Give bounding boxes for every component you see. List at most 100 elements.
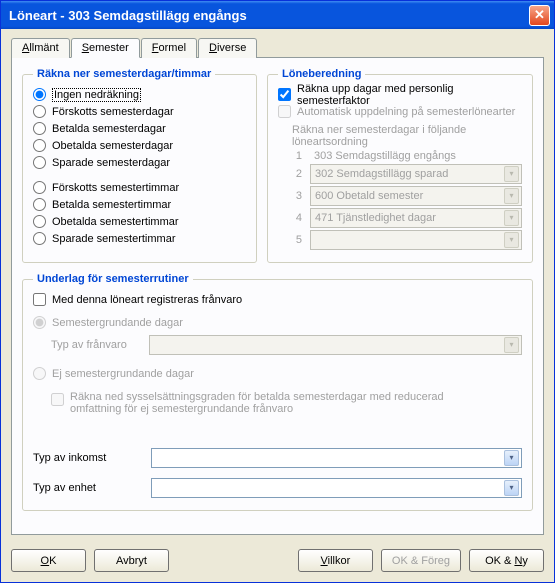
combo-typ-inkomst[interactable]: ▾ <box>151 448 522 468</box>
group-rakna-ner: Räkna ner semesterdagar/timmar Ingen ned… <box>22 68 257 263</box>
chevron-down-icon[interactable]: ▾ <box>504 188 519 204</box>
tab-diverse[interactable]: Diverse <box>198 38 257 58</box>
radio-input <box>33 367 46 380</box>
tab-label: emester <box>89 42 129 54</box>
radio-label: Betalda semestertimmar <box>52 199 171 211</box>
checkbox-input <box>278 105 291 118</box>
chevron-down-icon: ▾ <box>504 337 519 353</box>
field-label: Typ av frånvaro <box>51 339 141 351</box>
order-num: 3 <box>292 190 302 202</box>
chevron-down-icon[interactable]: ▾ <box>504 166 519 182</box>
tab-body: Räkna ner semesterdagar/timmar Ingen ned… <box>11 58 544 535</box>
radio-forskott-timmar[interactable]: Förskotts semestertimmar <box>33 179 246 196</box>
group-legend: Löneberedning <box>278 68 365 80</box>
tab-label: ormel <box>159 42 187 54</box>
order-row-1: 1 303 Semdagstillägg engångs <box>278 150 522 162</box>
check-rakna-upp[interactable]: Räkna upp dagar med personlig semesterfa… <box>278 86 522 103</box>
cancel-button[interactable]: Avbryt <box>94 549 169 572</box>
radio-ej-semgrund: Ej semestergrundande dagar <box>33 365 522 382</box>
ok-ny-button[interactable]: OK & Ny <box>469 549 544 572</box>
ok-foreg-button: OK & Föreg <box>381 549 461 572</box>
group-legend: Räkna ner semesterdagar/timmar <box>33 68 215 80</box>
field-label: Typ av enhet <box>33 482 143 494</box>
radio-betalda-timmar[interactable]: Betalda semestertimmar <box>33 196 246 213</box>
close-button[interactable]: ✕ <box>529 5 550 26</box>
radio-betalda-dagar[interactable]: Betalda semesterdagar <box>33 120 246 137</box>
check-label: Med denna löneart registreras frånvaro <box>52 294 242 306</box>
tab-formel[interactable]: Formel <box>141 38 197 58</box>
radio-label: Obetalda semesterdagar <box>52 140 173 152</box>
radio-label: Sparade semestertimmar <box>52 233 176 245</box>
order-num: 5 <box>292 234 302 246</box>
radio-input[interactable] <box>33 105 46 118</box>
order-static: 303 Semdagstillägg engångs <box>310 150 522 162</box>
radio-input[interactable] <box>33 181 46 194</box>
row-typ-franvaro: Typ av frånvaro ▾ <box>51 335 522 355</box>
button-bar: OK Avbryt Villkor OK & Föreg OK & Ny <box>1 541 554 582</box>
order-row-3: 3 600 Obetald semester ▾ <box>278 186 522 206</box>
dialog-window: Löneart - 303 Semdagstillägg engångs ✕ A… <box>0 0 555 583</box>
radio-sparade-timmar[interactable]: Sparade semestertimmar <box>33 230 246 247</box>
radio-label: Förskotts semesterdagar <box>52 106 174 118</box>
check-rakna-ned: Räkna ned sysselsättningsgraden för beta… <box>51 390 522 416</box>
tab-label: llmänt <box>29 42 58 54</box>
radio-input[interactable] <box>33 122 46 135</box>
combo-typ-enhet[interactable]: ▾ <box>151 478 522 498</box>
titlebar: Löneart - 303 Semdagstillägg engångs ✕ <box>1 1 554 29</box>
ok-button[interactable]: OK <box>11 549 86 572</box>
radio-input[interactable] <box>33 232 46 245</box>
radio-semgrund: Semestergrundande dagar <box>33 314 522 331</box>
order-num: 4 <box>292 212 302 224</box>
radio-input[interactable] <box>33 88 46 101</box>
radio-label: Ej semestergrundande dagar <box>52 368 194 380</box>
order-num: 1 <box>292 150 302 162</box>
radio-input[interactable] <box>33 198 46 211</box>
order-combo-3[interactable]: 600 Obetald semester ▾ <box>310 186 522 206</box>
radio-forskott-dagar[interactable]: Förskotts semesterdagar <box>33 103 246 120</box>
radio-label: Semestergrundande dagar <box>52 317 183 329</box>
radio-obetalda-dagar[interactable]: Obetalda semesterdagar <box>33 137 246 154</box>
chevron-down-icon[interactable]: ▾ <box>504 210 519 226</box>
radio-ingen[interactable]: Ingen nedräkning <box>33 86 246 103</box>
checkbox-input <box>51 393 64 406</box>
row-typ-enhet: Typ av enhet ▾ <box>33 478 522 498</box>
radio-label: Betalda semesterdagar <box>52 123 166 135</box>
order-row-5: 5 ▾ <box>278 230 522 250</box>
radio-input[interactable] <box>33 156 46 169</box>
check-automatisk: Automatisk uppdelning på semesterlöneart… <box>278 103 522 120</box>
villkor-button[interactable]: Villkor <box>298 549 373 572</box>
combo-typ-franvaro: ▾ <box>149 335 522 355</box>
group-loneberedning: Löneberedning Räkna upp dagar med person… <box>267 68 533 263</box>
group-underlag: Underlag för semesterrutiner Med denna l… <box>22 273 533 511</box>
radio-label: Förskotts semestertimmar <box>52 182 179 194</box>
tab-semester[interactable]: Semester <box>71 38 140 58</box>
order-combo-2[interactable]: 302 Semdagstillägg sparad ▾ <box>310 164 522 184</box>
radio-label: Sparade semesterdagar <box>52 157 170 169</box>
radio-input[interactable] <box>33 139 46 152</box>
radio-sparade-dagar[interactable]: Sparade semesterdagar <box>33 154 246 171</box>
order-row-2: 2 302 Semdagstillägg sparad ▾ <box>278 164 522 184</box>
check-med-denna[interactable]: Med denna löneart registreras frånvaro <box>33 291 522 308</box>
checkbox-input[interactable] <box>33 293 46 306</box>
chevron-down-icon[interactable]: ▾ <box>504 232 519 248</box>
content-area: Adocument.currentScript.previousElementS… <box>1 29 554 541</box>
group-legend: Underlag för semesterrutiner <box>33 273 193 285</box>
tab-strip: Adocument.currentScript.previousElementS… <box>11 37 544 58</box>
chevron-down-icon[interactable]: ▾ <box>504 480 519 496</box>
ordning-label: Räkna ner semesterdagar i följande lönea… <box>278 124 522 148</box>
order-combo-4[interactable]: 471 Tjänstledighet dagar ▾ <box>310 208 522 228</box>
check-label: Räkna ned sysselsättningsgraden för beta… <box>70 391 450 415</box>
field-label: Typ av inkomst <box>33 452 143 464</box>
radio-obetalda-timmar[interactable]: Obetalda semestertimmar <box>33 213 246 230</box>
radio-input[interactable] <box>33 215 46 228</box>
radio-label: Ingen nedräkning <box>52 88 141 102</box>
radio-input <box>33 316 46 329</box>
chevron-down-icon[interactable]: ▾ <box>504 450 519 466</box>
combo-value: 302 Semdagstillägg sparad <box>315 168 448 180</box>
radio-label: Obetalda semestertimmar <box>52 216 179 228</box>
order-combo-5[interactable]: ▾ <box>310 230 522 250</box>
window-title: Löneart - 303 Semdagstillägg engångs <box>9 8 529 23</box>
check-label: Automatisk uppdelning på semesterlöneart… <box>297 106 515 118</box>
checkbox-input[interactable] <box>278 88 291 101</box>
tab-allmant[interactable]: Adocument.currentScript.previousElementS… <box>11 38 70 58</box>
